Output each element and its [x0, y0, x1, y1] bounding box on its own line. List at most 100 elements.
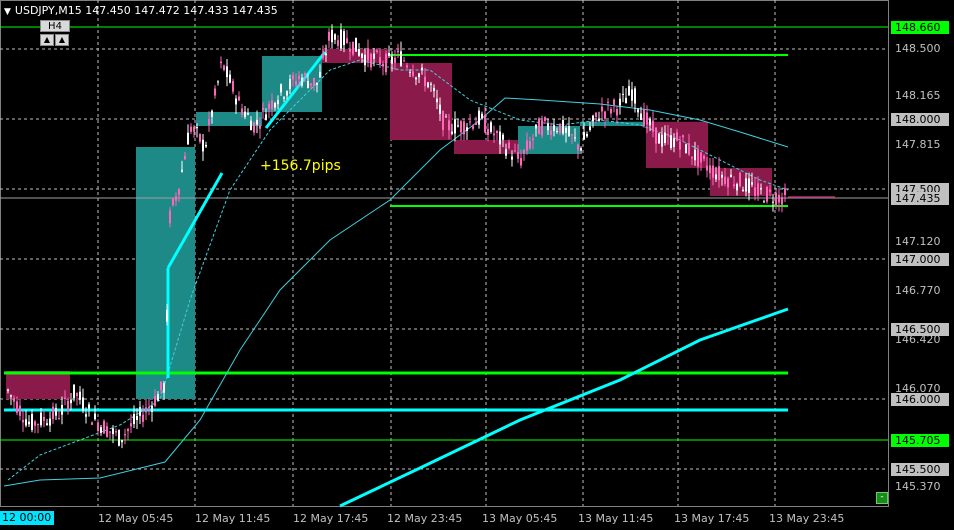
bull-candle [502, 134, 504, 140]
bull-candle [373, 53, 375, 59]
bear-candle [124, 434, 126, 436]
pips-annotation: +156.7pips [260, 158, 341, 174]
bull-candle [553, 125, 555, 132]
bull-candle [196, 127, 198, 129]
bear-candle [727, 178, 729, 188]
bear-candle [154, 395, 156, 406]
bear-candle [142, 414, 144, 422]
price-level-box: 146.000 [891, 393, 949, 406]
bull-candle [751, 182, 753, 185]
bull-candle [217, 81, 219, 83]
bear-candle [724, 176, 726, 184]
bull-candle [418, 73, 420, 78]
bear-candle [52, 406, 54, 420]
h4-bear-box [6, 371, 70, 399]
bull-candle [73, 384, 75, 398]
bull-candle [391, 56, 393, 64]
bear-candle [193, 127, 195, 132]
bull-candle [166, 309, 168, 322]
bull-candle [334, 34, 336, 40]
bull-candle [79, 391, 81, 400]
bear-candle [67, 400, 69, 412]
bear-candle [577, 144, 579, 151]
bear-candle [571, 134, 573, 136]
bear-candle [487, 128, 489, 135]
price-level-box: 147.435 [891, 192, 949, 205]
bear-candle [610, 108, 612, 114]
h4-bull-box [136, 147, 195, 399]
bull-candle [361, 53, 363, 59]
bear-candle [688, 143, 690, 155]
bull-candle [745, 178, 747, 192]
bull-candle [388, 52, 390, 56]
bull-candle [331, 29, 333, 43]
bear-candle [322, 54, 324, 58]
bear-candle [172, 198, 174, 206]
time-axis-label: 12 May 23:45 [387, 512, 463, 525]
bull-candle [721, 174, 723, 178]
bear-candle [160, 381, 162, 391]
price-chart[interactable] [0, 0, 954, 530]
bear-candle [739, 172, 741, 187]
bull-candle [670, 135, 672, 149]
bear-candle [691, 156, 693, 159]
timeframe-label[interactable]: H4 [40, 20, 70, 32]
bear-candle [16, 401, 18, 413]
bull-candle [634, 88, 636, 104]
bear-candle [607, 101, 609, 103]
bull-candle [760, 188, 762, 190]
triangle-up-icon[interactable]: ▲ [40, 34, 54, 46]
bull-candle [112, 428, 114, 435]
bull-candle [277, 100, 279, 105]
bull-candle [40, 412, 42, 426]
bear-candle [613, 99, 615, 105]
bull-candle [7, 389, 9, 392]
bear-candle [703, 155, 705, 159]
bear-candle [13, 398, 15, 402]
scroll-corner-button[interactable]: - [876, 492, 888, 504]
bear-candle [718, 166, 720, 181]
bull-candle [325, 53, 327, 56]
bear-candle [304, 73, 306, 76]
bull-candle [250, 120, 252, 131]
bear-candle [394, 57, 396, 63]
bull-candle [100, 427, 102, 433]
bear-candle [655, 127, 657, 144]
bull-candle [436, 98, 438, 103]
bull-candle [25, 419, 27, 426]
bull-candle [289, 79, 291, 90]
low-value: 147.433 [183, 4, 229, 17]
bear-candle [232, 81, 234, 92]
bull-candle [640, 113, 642, 120]
price-level-box: 145.500 [891, 463, 949, 476]
bear-candle [97, 422, 99, 431]
time-start-label: 12 00:00 [0, 511, 55, 525]
bull-candle [478, 110, 480, 125]
bull-candle [568, 126, 570, 136]
bull-candle [454, 119, 456, 134]
bear-candle [370, 53, 372, 68]
bear-candle [253, 122, 255, 133]
bear-candle [463, 121, 465, 135]
triangle-up-icon[interactable]: ▲ [55, 34, 69, 46]
bear-candle [442, 111, 444, 131]
triangle-down-icon[interactable]: ▼ [4, 7, 11, 17]
bear-candle [514, 150, 516, 152]
bear-candle [295, 81, 297, 86]
bear-candle [37, 424, 39, 426]
bear-candle [523, 149, 525, 154]
bear-candle [517, 151, 519, 159]
bull-candle [28, 421, 30, 425]
bull-candle [133, 414, 135, 424]
bull-candle [157, 394, 159, 401]
bull-candle [586, 133, 588, 137]
bull-candle [631, 89, 633, 101]
bear-candle [700, 152, 702, 163]
bull-candle [235, 98, 237, 105]
bull-candle [244, 111, 246, 118]
bull-candle [301, 77, 303, 86]
bear-candle [271, 100, 273, 110]
bull-candle [88, 404, 90, 409]
bear-candle [754, 187, 756, 196]
price-level-box: 148.660 [891, 21, 949, 34]
